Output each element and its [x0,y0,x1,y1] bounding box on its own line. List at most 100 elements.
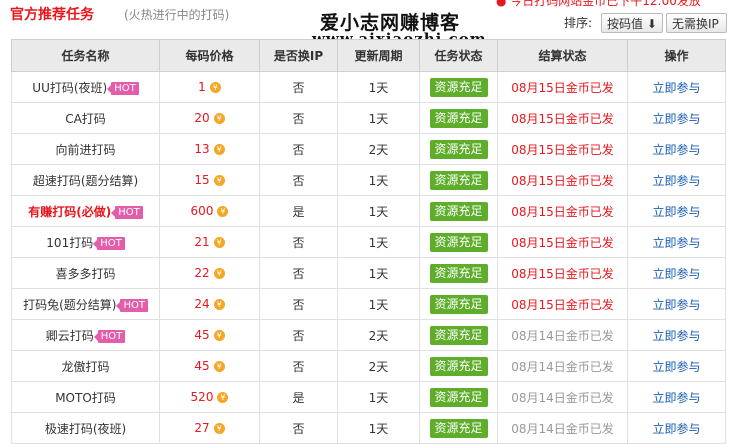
no-ip-change-button[interactable]: 无需换IP [666,13,727,33]
ip-change-cell: 是 [259,381,338,413]
table-row: 超速打码(题分结算) 15 ¥ 否 1天 资源充足 08月15日金币已发 立即参与 [11,164,726,196]
action-cell: 立即参与 [627,226,726,258]
join-link[interactable]: 立即参与 [652,205,700,219]
settle-cell: 08月14日金币已发 [497,381,628,413]
hot-badge: HOT [93,236,125,250]
join-link[interactable]: 立即参与 [652,391,700,405]
action-cell: 立即参与 [627,288,726,320]
table-row: 有赚打码(必做) HOT 600 ¥ 是 1天 资源充足 08月15日金币已发 立即参与 [11,195,726,227]
status-badge: 资源充足 [429,108,488,128]
join-link[interactable]: 立即参与 [652,143,700,157]
cycle-cell: 1天 [337,226,420,258]
task-name: 打码兔(题分结算) [23,297,117,312]
task-name: UU打码(夜班) [32,80,108,95]
task-name: MOTO打码 [55,390,116,405]
price-value: 15 [194,173,210,187]
coin-icon: ¥ [213,330,225,341]
cycle-cell: 1天 [337,195,420,227]
status-cell: 资源充足 [419,164,498,196]
coin-icon: ¥ [213,299,225,310]
join-link[interactable]: 立即参与 [652,81,700,95]
task-name-cell: UU打码(夜班) HOT [11,71,160,103]
status-cell: 资源充足 [419,71,498,103]
page-title: 官方推荐任务 [10,7,94,23]
cycle-cell: 1天 [337,164,420,196]
status-cell: 资源充足 [419,412,498,444]
price-value: 24 [194,297,210,311]
coin-icon: ¥ [213,113,225,124]
task-name: 101打码 [46,235,94,250]
status-badge: 资源充足 [429,387,488,407]
cycle-cell: 1天 [337,257,420,289]
page-subtitle: (火热进行中的打码) [124,8,230,22]
join-link[interactable]: 立即参与 [652,329,700,343]
price-cell: 24 ¥ [159,288,260,320]
join-link[interactable]: 立即参与 [652,267,700,281]
task-name-cell: 有赚打码(必做) HOT [11,195,160,227]
task-name-cell: CA打码 [11,102,160,134]
task-name-cell: 喜多多打码 [11,257,160,289]
settle-cell: 08月14日金币已发 [497,350,628,382]
ip-change-cell: 否 [259,226,338,258]
task-name-cell: 龙傲打码 [11,350,160,382]
cycle-cell: 2天 [337,133,420,165]
action-cell: 立即参与 [627,71,726,103]
price-value: 13 [194,142,210,156]
ip-change-cell: 否 [259,288,338,320]
action-cell: 立即参与 [627,350,726,382]
price-value: 20 [194,111,210,125]
action-cell: 立即参与 [627,319,726,351]
join-link[interactable]: 立即参与 [652,360,700,374]
col-header-name: 任务名称 [11,39,160,72]
header: 官方推荐任务 (火热进行中的打码) ● 今日打码网站金币已下午12:00发放 爱… [0,0,737,48]
task-table: 任务名称 每码价格 是否换IP 更新周期 任务状态 结算状态 操作 UU打码(夜… [11,39,726,444]
task-name: CA打码 [65,111,106,126]
table-row: UU打码(夜班) HOT 1 ¥ 否 1天 资源充足 08月15日金币已发 立即参与 [11,71,726,103]
notice-banner: ● 今日打码网站金币已下午12:00发放 [496,0,701,8]
price-value: 45 [194,359,210,373]
ip-change-cell: 否 [259,350,338,382]
price-cell: 13 ¥ [159,133,260,165]
join-link[interactable]: 立即参与 [652,174,700,188]
coin-icon: ¥ [213,361,225,372]
join-link[interactable]: 立即参与 [652,236,700,250]
table-row: 向前进打码 13 ¥ 否 2天 资源充足 08月15日金币已发 立即参与 [11,133,726,165]
status-badge: 资源充足 [429,170,488,190]
hot-badge: HOT [93,329,126,343]
price-cell: 520 ¥ [159,381,260,413]
task-name: 超速打码(题分结算) [32,173,139,188]
hot-badge: HOT [111,205,143,219]
status-cell: 资源充足 [419,381,498,413]
status-cell: 资源充足 [419,257,498,289]
hot-badge: HOT [107,81,139,95]
settle-cell: 08月15日金币已发 [497,288,628,320]
join-link[interactable]: 立即参与 [652,298,700,312]
price-cell: 1 ¥ [159,71,260,103]
task-name: 龙傲打码 [61,359,110,374]
status-badge: 资源充足 [429,418,488,438]
ip-change-cell: 否 [259,102,338,134]
join-link[interactable]: 立即参与 [652,422,700,436]
sort-by-price-button[interactable]: 按码值 ⬇ [601,13,663,33]
price-value: 27 [194,421,210,435]
settle-cell: 08月15日金币已发 [497,226,628,258]
status-cell: 资源充足 [419,350,498,382]
coin-icon: ¥ [217,206,229,217]
status-cell: 资源充足 [419,226,498,258]
settle-cell: 08月15日金币已发 [497,102,628,134]
price-value: 600 [190,204,214,218]
settle-cell: 08月15日金币已发 [497,195,628,227]
status-cell: 资源充足 [419,288,498,320]
join-link[interactable]: 立即参与 [652,112,700,126]
task-name-cell: 打码兔(题分结算) HOT [11,288,160,320]
col-header-ip: 是否换IP [259,39,338,72]
settle-cell: 08月15日金币已发 [497,164,628,196]
ip-change-cell: 否 [259,319,338,351]
price-cell: 45 ¥ [159,350,260,382]
cycle-cell: 1天 [337,71,420,103]
cycle-cell: 1天 [337,288,420,320]
settle-cell: 08月15日金币已发 [497,71,628,103]
table-header-row: 任务名称 每码价格 是否换IP 更新周期 任务状态 结算状态 操作 [11,39,726,72]
table-row: 101打码 HOT 21 ¥ 否 1天 资源充足 08月15日金币已发 立即参与 [11,226,726,258]
table-row: CA打码 20 ¥ 否 1天 资源充足 08月15日金币已发 立即参与 [11,102,726,134]
